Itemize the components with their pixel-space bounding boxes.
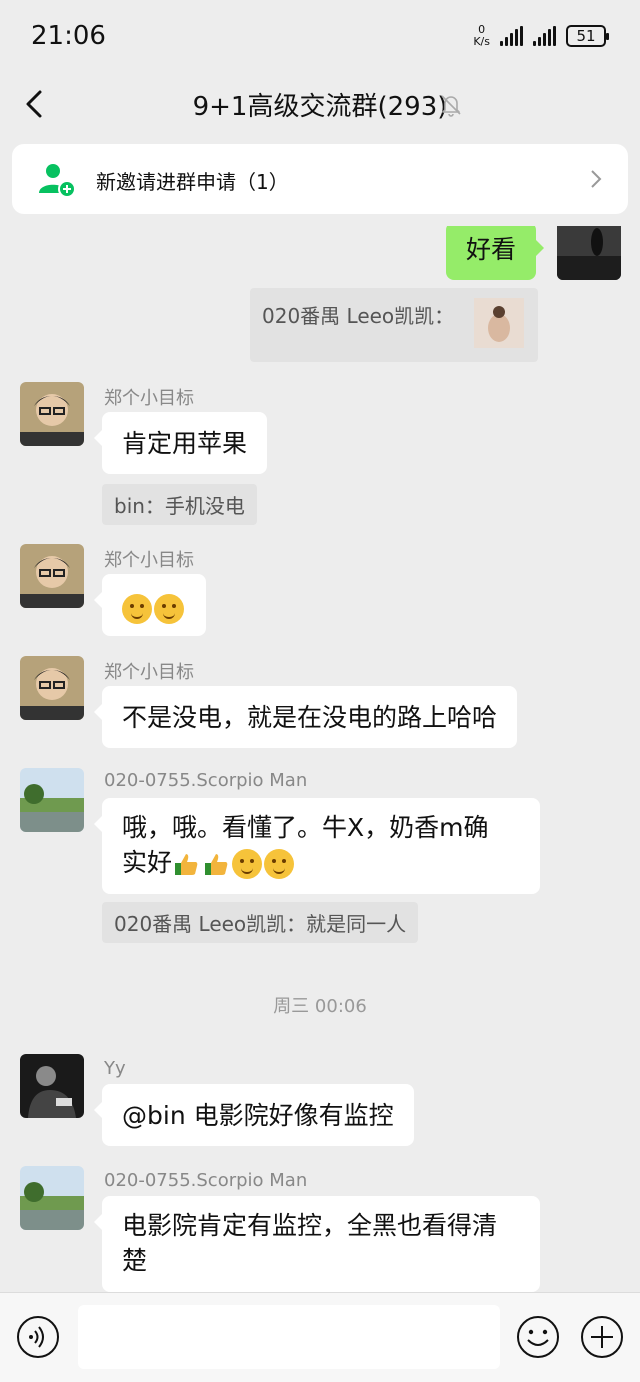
status-time: 21:06 <box>31 21 106 51</box>
network-speed: 0 K/s <box>473 24 490 48</box>
more-button[interactable] <box>580 1315 624 1359</box>
battery-icon: 51 <box>566 25 609 47</box>
plus-icon <box>581 1316 623 1358</box>
sender-name: Yy <box>104 1058 126 1079</box>
voice-icon <box>17 1316 59 1358</box>
chat-title: 9+1高级交流群(293) <box>192 92 448 122</box>
avatar-image <box>557 226 621 280</box>
sender-name: 020-0755.Scorpio Man <box>104 1170 308 1191</box>
avatar-image <box>20 656 84 720</box>
status-indicators: 0 K/s 51 <box>473 24 609 48</box>
message-text: 肯定用苹果 <box>122 429 248 458</box>
quoted-message[interactable]: bin：手机没电 <box>102 484 257 525</box>
quoted-text: 020番禺 Leeo凯凯： <box>262 304 455 328</box>
quoted-text: bin：手机没电 <box>114 494 245 518</box>
signal-icon <box>500 26 523 46</box>
quoted-message[interactable]: 020番禺 Leeo凯凯： <box>250 288 538 362</box>
avatar[interactable] <box>20 768 84 832</box>
message-bubble[interactable]: 电影院肯定有监控，全黑也看得清 楚 <box>94 1196 540 1292</box>
avatar[interactable] <box>557 226 621 280</box>
sender-name: 郑个小目标 <box>104 550 194 571</box>
message-bubble-mine[interactable]: 好看 <box>446 226 545 280</box>
message-text: 楚 <box>122 1246 148 1275</box>
quoted-message[interactable]: 020番禺 Leeo凯凯：就是同一人 <box>102 902 419 943</box>
avatar[interactable] <box>20 1166 84 1230</box>
chevron-right-icon <box>591 170 602 188</box>
avatar[interactable] <box>20 382 84 446</box>
message-input[interactable] <box>78 1305 500 1369</box>
message-text: 不是没电，就是在没电的路上哈哈 <box>122 703 498 732</box>
sender-name: 郑个小目标 <box>104 388 194 409</box>
message-bubble[interactable]: 哦，哦。看懂了。牛X，奶香m确 实好 <box>94 798 540 894</box>
network-speed-unit: K/s <box>473 35 490 48</box>
666-emoji-icon <box>264 849 295 879</box>
avatar-image <box>20 382 84 446</box>
quoted-image-thumbnail <box>474 298 524 348</box>
avatar-image <box>20 768 84 832</box>
message-text: 哦，哦。看懂了。牛X，奶香m确 <box>122 813 489 842</box>
message-text: @bin 电影院好像有监控 <box>122 1101 394 1130</box>
message-text: 实好 <box>122 848 173 877</box>
message-text: 电影院肯定有监控，全黑也看得清 <box>122 1211 498 1240</box>
sender-name: 020-0755.Scorpio Man <box>104 770 308 791</box>
avatar-image <box>20 544 84 608</box>
invite-request-text: 新邀请进群申请（1） <box>96 170 289 194</box>
thinking-emoji-icon <box>122 594 152 624</box>
avatar[interactable] <box>20 656 84 720</box>
thumbs-up-icon <box>205 854 228 875</box>
voice-button[interactable] <box>16 1315 60 1359</box>
message-text-line2: 实好 <box>122 845 520 880</box>
message-bubble[interactable] <box>94 574 206 636</box>
avatar-image <box>20 1166 84 1230</box>
avatar[interactable] <box>20 1054 84 1118</box>
sender-name: 郑个小目标 <box>104 662 194 683</box>
message-bubble[interactable]: 肯定用苹果 <box>93 412 268 474</box>
group-invite-icon <box>39 164 76 198</box>
message-bubble[interactable]: 不是没电，就是在没电的路上哈哈 <box>93 686 518 748</box>
status-bar: 21:06 0 K/s 51 <box>0 0 640 72</box>
emoji-icon <box>517 1316 559 1358</box>
invite-request-card[interactable]: 新邀请进群申请（1） <box>12 144 628 214</box>
avatar-image <box>20 1054 84 1118</box>
emoji-button[interactable] <box>516 1315 560 1359</box>
thumbs-up-icon <box>175 854 198 875</box>
signal-icon <box>533 26 556 46</box>
avatar[interactable] <box>20 544 84 608</box>
quoted-text: 020番禺 Leeo凯凯：就是同一人 <box>114 912 407 936</box>
message-bubble[interactable]: @bin 电影院好像有监控 <box>94 1084 414 1146</box>
mute-bell-icon <box>441 95 461 117</box>
message-list[interactable]: 好看 020番禺 Leeo凯凯： 郑个小目标 肯定用苹果 bin：手机没电 郑个… <box>0 226 640 1292</box>
thinking-emoji-icon <box>154 594 184 624</box>
battery-level: 51 <box>576 27 596 45</box>
chat-header: 9+1高级交流群(293) <box>0 72 640 138</box>
666-emoji-icon <box>232 849 263 879</box>
message-text: 好看 <box>466 235 517 264</box>
time-divider: 周三 00:06 <box>273 996 367 1017</box>
input-bar <box>0 1292 640 1382</box>
